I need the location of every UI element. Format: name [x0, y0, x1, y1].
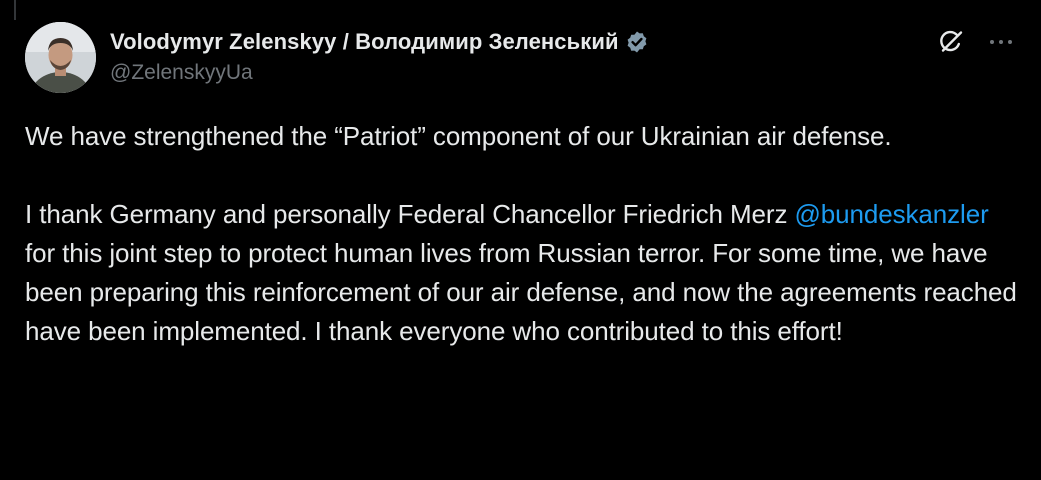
verified-badge-icon[interactable] — [625, 30, 649, 54]
header-actions — [937, 28, 1015, 56]
tweet-text: We have strengthened the “Patriot” compo… — [25, 117, 1020, 351]
person-avatar-icon — [25, 22, 96, 93]
tweet-header: Volodymyr Zelenskyy / Володимир Зеленськ… — [25, 22, 1021, 93]
tweet-paragraph-2: I thank Germany and personally Federal C… — [25, 195, 1020, 351]
author-handle[interactable]: @ZelenskyyUa — [110, 61, 649, 85]
author-info: Volodymyr Zelenskyy / Володимир Зеленськ… — [110, 26, 649, 85]
author-display-name[interactable]: Volodymyr Zelenskyy / Володимир Зеленськ… — [110, 29, 619, 55]
name-row: Volodymyr Zelenskyy / Володимир Зеленськ… — [110, 26, 649, 58]
grok-icon[interactable] — [937, 28, 965, 56]
author-avatar[interactable] — [25, 22, 96, 93]
thread-connector-line — [14, 0, 16, 20]
tweet-paragraph-1: We have strengthened the “Patriot” compo… — [25, 121, 892, 151]
paragraph-2-text-end: for this joint step to protect human liv… — [25, 238, 1017, 346]
more-dots-icon[interactable] — [987, 28, 1015, 56]
mention-link[interactable]: @bundeskanzler — [795, 199, 989, 229]
paragraph-2-text-start: I thank Germany and personally Federal C… — [25, 199, 795, 229]
